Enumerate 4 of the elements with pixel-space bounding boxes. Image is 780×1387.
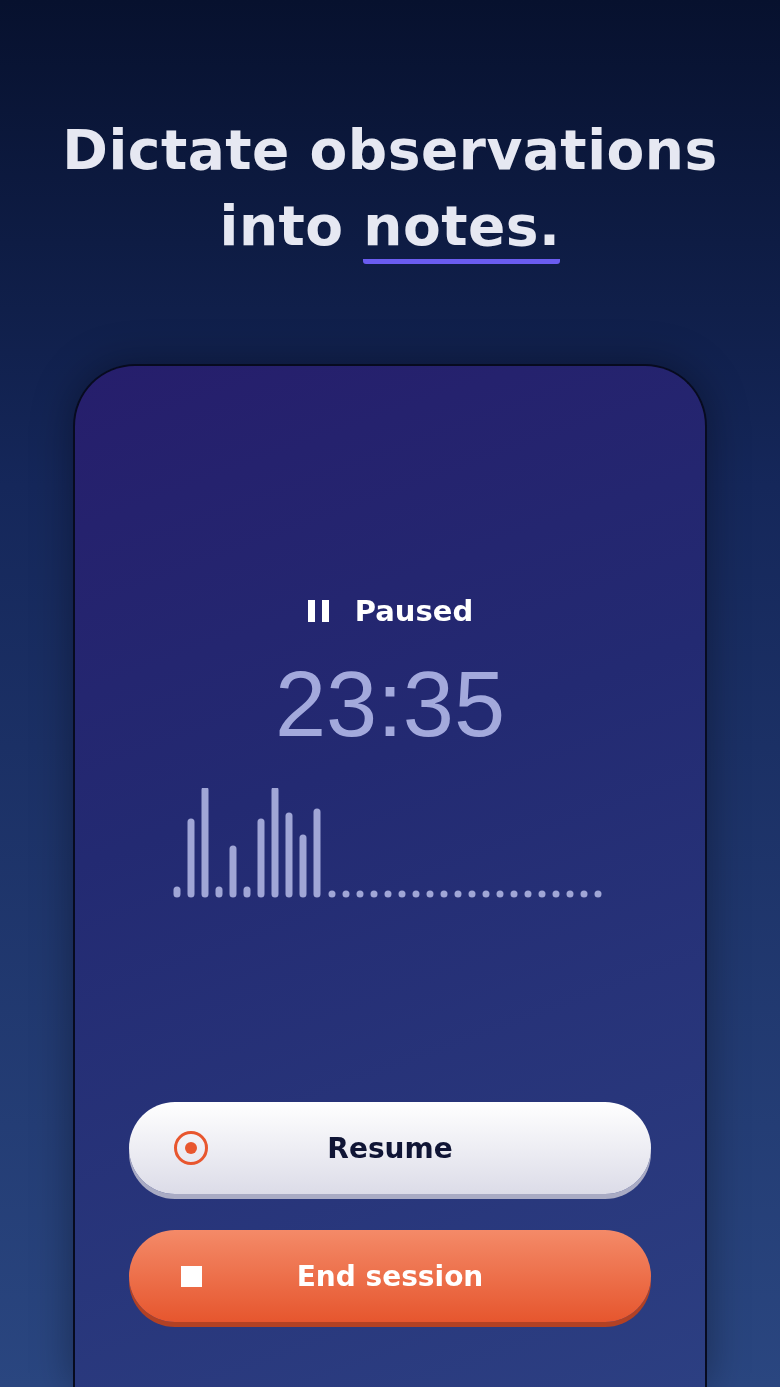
status-label: Paused — [354, 594, 474, 628]
timer: 23:35 — [274, 654, 506, 754]
record-icon — [173, 1130, 209, 1166]
headline: Dictate observations into notes. — [40, 112, 740, 264]
